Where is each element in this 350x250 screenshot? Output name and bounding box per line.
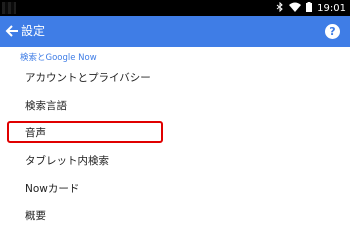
wifi-icon [289,2,302,15]
section-header: 検索とGoogle Now [20,53,97,63]
page-title: 設定 [21,24,46,38]
highlight-box [7,121,163,143]
arrow-left-icon[interactable] [4,22,20,40]
settings-item-account-privacy[interactable]: アカウントとプライバシー [25,71,151,85]
clock-time: 19:01 [317,2,346,14]
notification-icon [2,2,16,14]
status-bar: 19:01 [0,0,350,16]
app-bar: 設定 ? [0,16,350,47]
bluetooth-icon [276,1,284,15]
battery-icon [306,1,313,15]
settings-item-about[interactable]: 概要 [25,209,46,223]
settings-item-tablet-search[interactable]: タブレット内検索 [25,154,109,168]
settings-item-now-cards[interactable]: Nowカード [25,182,79,196]
status-icons: 19:01 [276,0,346,16]
help-icon[interactable]: ? [325,24,340,39]
settings-item-search-language[interactable]: 検索言語 [25,99,67,113]
